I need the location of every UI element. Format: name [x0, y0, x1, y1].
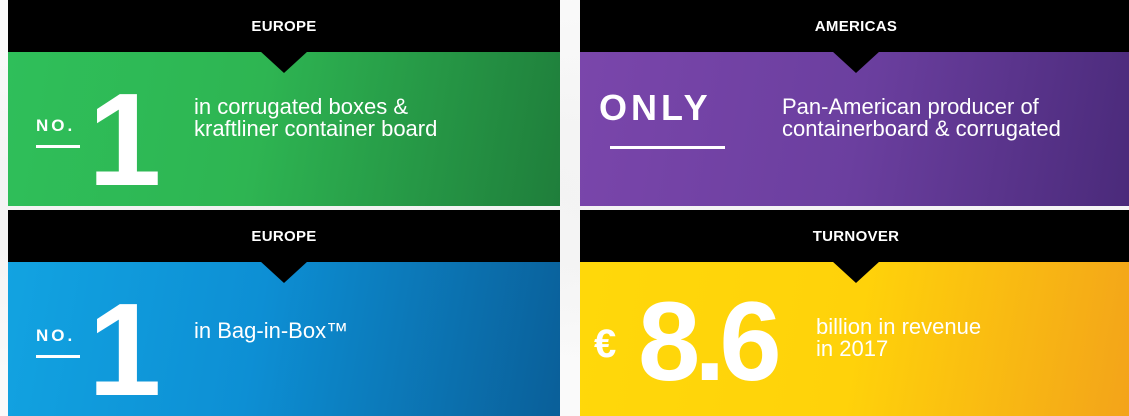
revenue-figure: 8.6	[638, 279, 782, 404]
rank-prefix: NO.	[36, 326, 76, 345]
card-panel: ONLY Pan-American producer of containerb…	[580, 52, 1129, 206]
description-line-1: Pan-American producer of	[782, 94, 1039, 119]
description-line-2: in 2017	[816, 336, 889, 361]
card-panel: NO. 1 in Bag-in-Box™	[8, 262, 560, 416]
card-header-region: EUROPE	[8, 210, 560, 262]
card-description: billion in revenue in 2017	[816, 316, 1116, 360]
only-label: ONLY	[599, 87, 712, 128]
card-panel: NO. 1 in corrugated boxes & kraftliner c…	[8, 52, 560, 206]
header-pointer	[260, 261, 308, 283]
card-header-region: AMERICAS	[580, 0, 1129, 52]
stat-card-europe-bag-in-box: EUROPE NO. 1 in Bag-in-Box™	[8, 210, 560, 416]
stat-card-europe-corrugated: EUROPE NO. 1 in corrugated boxes & kraft…	[8, 0, 560, 206]
description-line-1: in corrugated boxes &	[194, 94, 409, 119]
description-line-1: billion in revenue	[816, 314, 982, 339]
stat-card-americas: AMERICAS ONLY Pan-American producer of c…	[580, 0, 1129, 206]
header-pointer	[832, 261, 880, 283]
card-description: in Bag-in-Box™	[194, 320, 554, 342]
description-line-1: in Bag-in-Box™	[194, 318, 349, 343]
stat-card-turnover: TURNOVER € 8.6 billion in revenue in 201…	[580, 210, 1129, 416]
rank-underline	[36, 145, 80, 148]
header-pointer	[832, 51, 880, 73]
description-line-2: containerboard & corrugated	[782, 116, 1061, 141]
description-line-2: kraftliner container board	[194, 116, 438, 141]
card-description: in corrugated boxes & kraftliner contain…	[194, 96, 554, 140]
card-header-region: EUROPE	[8, 0, 560, 52]
card-panel: € 8.6 billion in revenue in 2017	[580, 262, 1129, 416]
card-description: Pan-American producer of containerboard …	[782, 96, 1122, 140]
rank-underline	[36, 355, 80, 358]
rank-figure: 1	[88, 66, 161, 206]
rank-figure: 1	[88, 276, 161, 416]
card-header-region: TURNOVER	[580, 210, 1129, 262]
only-underline	[610, 146, 725, 149]
currency-symbol: €	[594, 322, 617, 366]
header-pointer	[260, 51, 308, 73]
rank-prefix: NO.	[36, 116, 76, 135]
